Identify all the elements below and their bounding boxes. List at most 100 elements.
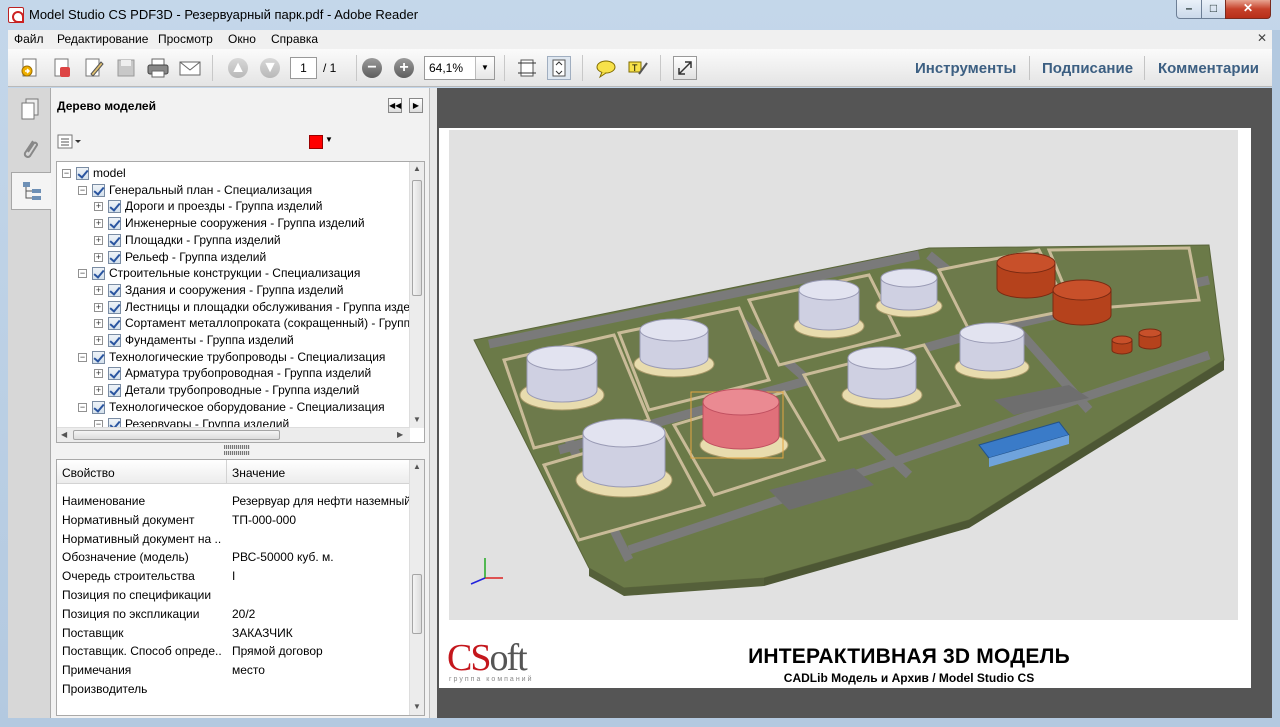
collapse-panel-icon[interactable]: ◀◀: [388, 98, 402, 113]
create-pdf-icon[interactable]: [50, 56, 74, 80]
print-icon[interactable]: [146, 56, 170, 80]
column-header-value[interactable]: Значение: [232, 466, 285, 480]
visibility-checkbox[interactable]: [108, 233, 121, 247]
expand-node-icon[interactable]: +: [94, 302, 103, 312]
properties-vertical-scrollbar[interactable]: ▲ ▼: [409, 460, 424, 715]
zoom-in-button[interactable]: +: [392, 56, 416, 80]
tree-node[interactable]: + Рельеф - Группа изделий: [57, 249, 410, 266]
property-row[interactable]: Обозначение (модель) РВС-50000 куб. м.: [57, 548, 412, 567]
next-page-icon[interactable]: ▼: [258, 56, 282, 80]
property-row[interactable]: Нормативный документ на ...: [57, 530, 412, 549]
tree-node[interactable]: − model: [57, 165, 410, 182]
edit-document-icon[interactable]: [82, 56, 106, 80]
tree-node[interactable]: − Технологические трубопроводы - Специали…: [57, 349, 410, 366]
property-row[interactable]: Позиция по спецификации: [57, 586, 412, 605]
visibility-checkbox[interactable]: [108, 200, 121, 214]
visibility-checkbox[interactable]: [108, 334, 121, 347]
tree-horizontal-scrollbar[interactable]: ◀ ▶: [57, 427, 410, 442]
menu-window[interactable]: Окно: [228, 32, 256, 46]
sign-link[interactable]: Подписание: [1042, 60, 1133, 77]
scroll-thumb[interactable]: [73, 430, 280, 440]
collapse-node-icon[interactable]: −: [62, 169, 71, 178]
tree-node[interactable]: + Здания и сооружения - Группа изделий: [57, 282, 410, 299]
collapse-node-icon[interactable]: −: [78, 352, 87, 362]
close-button[interactable]: ✕: [1225, 0, 1271, 19]
tree-node[interactable]: − Технологическое оборудование - Специали…: [57, 399, 410, 416]
expand-node-icon[interactable]: +: [94, 219, 103, 229]
expand-panel-icon[interactable]: ▶: [409, 98, 423, 113]
visibility-checkbox[interactable]: [108, 300, 121, 314]
comments-link[interactable]: Комментарии: [1158, 60, 1259, 77]
menu-view[interactable]: Просмотр: [158, 32, 213, 46]
visibility-checkbox[interactable]: [108, 283, 121, 297]
column-header-property[interactable]: Свойство: [62, 466, 115, 480]
highlight-text-icon[interactable]: T: [626, 56, 650, 80]
expand-node-icon[interactable]: +: [94, 285, 103, 295]
visibility-checkbox[interactable]: [108, 317, 121, 331]
tree-node[interactable]: − Строительные конструкции - Специализаци…: [57, 265, 410, 282]
attachments-icon[interactable]: [12, 130, 48, 168]
tools-link[interactable]: Инструменты: [915, 60, 1016, 77]
color-swatch[interactable]: [309, 135, 323, 149]
tree-node[interactable]: + Лестницы и площадки обслуживания - Груп…: [57, 299, 410, 316]
expand-node-icon[interactable]: +: [94, 252, 103, 262]
tree-node[interactable]: + Площадки - Группа изделий: [57, 232, 410, 249]
maximize-button[interactable]: □: [1201, 0, 1226, 19]
visibility-checkbox[interactable]: [108, 250, 121, 264]
tree-node[interactable]: + Детали трубопроводные - Группа изделий: [57, 382, 410, 399]
visibility-checkbox[interactable]: [76, 167, 89, 180]
pages-icon[interactable]: [12, 90, 48, 128]
model-tree-icon[interactable]: [11, 172, 51, 210]
visibility-checkbox[interactable]: [92, 350, 105, 364]
visibility-checkbox[interactable]: [108, 217, 121, 231]
property-row[interactable]: Наименование Резервуар для нефти наземный…: [57, 492, 412, 511]
tree-node[interactable]: + Арматура трубопроводная - Группа издели…: [57, 365, 410, 382]
comment-icon[interactable]: [594, 56, 618, 80]
property-row[interactable]: Примечания место: [57, 661, 412, 680]
fit-page-icon[interactable]: [515, 56, 539, 80]
property-row[interactable]: Очередь строительства I: [57, 567, 412, 586]
expand-icon[interactable]: [673, 56, 697, 80]
open-file-icon[interactable]: [18, 56, 42, 80]
tree-node[interactable]: + Фундаменты - Группа изделий: [57, 332, 410, 349]
menu-edit[interactable]: Редактирование: [57, 32, 148, 46]
property-row[interactable]: Поставщик. Способ опреде... Прямой догово…: [57, 642, 412, 661]
3d-model-viewport[interactable]: [449, 130, 1238, 620]
scroll-thumb[interactable]: [412, 574, 422, 634]
tree-node[interactable]: + Сортамент металлопроката (сокращенный) …: [57, 315, 410, 332]
fit-width-icon[interactable]: [547, 56, 571, 80]
property-row[interactable]: Нормативный документ ТП-000-000: [57, 511, 412, 530]
vertical-splitter[interactable]: [429, 88, 437, 718]
collapse-node-icon[interactable]: −: [78, 185, 87, 195]
menu-help[interactable]: Справка: [271, 32, 318, 46]
save-icon[interactable]: [114, 56, 138, 80]
expand-node-icon[interactable]: +: [94, 319, 103, 329]
tree-node[interactable]: + Дороги и проезды - Группа изделий: [57, 198, 410, 215]
visibility-checkbox[interactable]: [92, 400, 105, 414]
email-icon[interactable]: [178, 56, 202, 80]
minimize-button[interactable]: –: [1176, 0, 1202, 19]
expand-node-icon[interactable]: +: [94, 235, 103, 245]
zoom-out-button[interactable]: −: [360, 56, 384, 80]
menu-file[interactable]: Файл: [14, 32, 44, 46]
expand-node-icon[interactable]: +: [94, 202, 103, 212]
property-row[interactable]: Производитель: [57, 680, 412, 699]
tree-vertical-scrollbar[interactable]: ▲ ▼: [409, 162, 424, 428]
expand-node-icon[interactable]: +: [94, 386, 103, 396]
tree-node[interactable]: − Генеральный план - Специализация: [57, 182, 410, 199]
visibility-checkbox[interactable]: [92, 183, 105, 197]
visibility-checkbox[interactable]: [92, 267, 105, 281]
expand-node-icon[interactable]: +: [94, 369, 103, 379]
page-number-input[interactable]: 1: [290, 57, 317, 79]
close-document-icon[interactable]: ✕: [1257, 31, 1267, 45]
tree-options-icon[interactable]: [57, 134, 83, 150]
chevron-down-icon[interactable]: ▼: [325, 135, 333, 144]
visibility-checkbox[interactable]: [108, 367, 121, 381]
property-row[interactable]: Поставщик ЗАКАЗЧИК: [57, 624, 412, 643]
previous-page-icon[interactable]: ▲: [226, 56, 250, 80]
collapse-node-icon[interactable]: −: [78, 269, 87, 279]
expand-node-icon[interactable]: +: [94, 336, 103, 345]
visibility-checkbox[interactable]: [108, 384, 121, 398]
scroll-thumb[interactable]: [412, 180, 422, 296]
panel-splitter[interactable]: [221, 443, 253, 457]
